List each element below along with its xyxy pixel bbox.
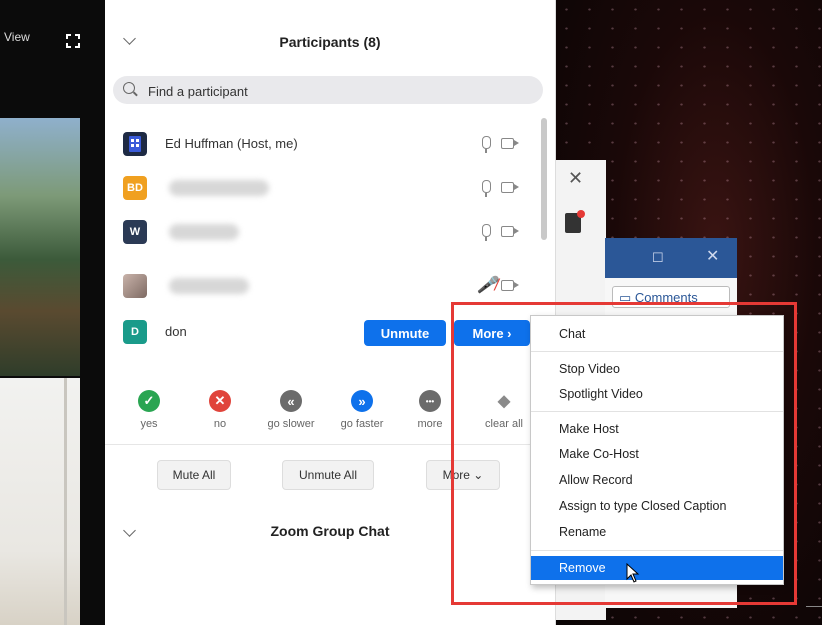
participant-name: don — [165, 324, 187, 339]
avatar — [123, 132, 147, 156]
microphone-icon[interactable] — [482, 224, 491, 241]
chat-title: Zoom Group Chat — [270, 523, 390, 539]
participant-name: Ed Huffman (Host, me) — [165, 136, 298, 151]
camera-icon[interactable] — [501, 226, 519, 237]
cross-icon: ✕ — [209, 390, 231, 412]
participant-row[interactable]: W — [105, 210, 545, 254]
camera-icon[interactable] — [501, 138, 519, 149]
reaction-no[interactable]: ✕ no — [188, 390, 252, 430]
avatar — [123, 274, 147, 298]
camera-icon[interactable] — [501, 182, 519, 193]
cursor-icon — [626, 562, 640, 588]
reaction-label: go faster — [340, 418, 384, 430]
video-tile-landscape — [0, 118, 80, 376]
search-icon — [123, 82, 135, 94]
avatar: W — [123, 220, 147, 244]
blurred-name — [169, 278, 249, 294]
search-input[interactable] — [146, 80, 540, 102]
reaction-yes[interactable]: ✓ yes — [117, 390, 181, 430]
fullscreen-icon[interactable] — [66, 34, 80, 48]
fast-forward-icon: » — [351, 390, 373, 412]
restore-icon[interactable]: ☐ — [652, 250, 664, 266]
scrollbar[interactable] — [541, 118, 547, 240]
participant-row[interactable]: BD — [105, 166, 545, 210]
camera-icon[interactable] — [501, 280, 519, 291]
reaction-label: yes — [140, 418, 158, 430]
highlight-box — [451, 302, 797, 605]
microphone-icon[interactable] — [482, 180, 491, 197]
close-icon[interactable]: ✕ — [568, 168, 583, 189]
view-button[interactable]: View — [4, 30, 30, 44]
avatar: BD — [123, 176, 147, 200]
unmute-button[interactable]: Unmute — [364, 320, 446, 346]
participant-row[interactable]: Ed Huffman (Host, me) — [105, 122, 545, 166]
rewind-icon: « — [280, 390, 302, 412]
divider — [806, 606, 822, 607]
ellipsis-icon: ••• — [419, 390, 441, 412]
video-tile-room — [0, 378, 80, 625]
reaction-go-faster[interactable]: » go faster — [330, 390, 394, 430]
reaction-label: go slower — [267, 418, 315, 430]
participants-title: Participants (8) — [279, 34, 381, 50]
blurred-name — [169, 224, 239, 240]
blurred-name — [169, 180, 269, 196]
app-notification-icon[interactable] — [565, 210, 585, 233]
check-icon: ✓ — [138, 390, 160, 412]
reaction-label: no — [213, 418, 227, 430]
avatar: D — [123, 320, 147, 344]
reaction-go-slower[interactable]: « go slower — [259, 390, 323, 430]
microphone-muted-icon[interactable]: 🎤̸ — [477, 275, 497, 295]
mute-all-button[interactable]: Mute All — [157, 460, 231, 490]
unmute-all-button[interactable]: Unmute All — [282, 460, 374, 490]
microphone-icon[interactable] — [482, 136, 491, 153]
window-close-icon[interactable]: ✕ — [706, 246, 719, 266]
